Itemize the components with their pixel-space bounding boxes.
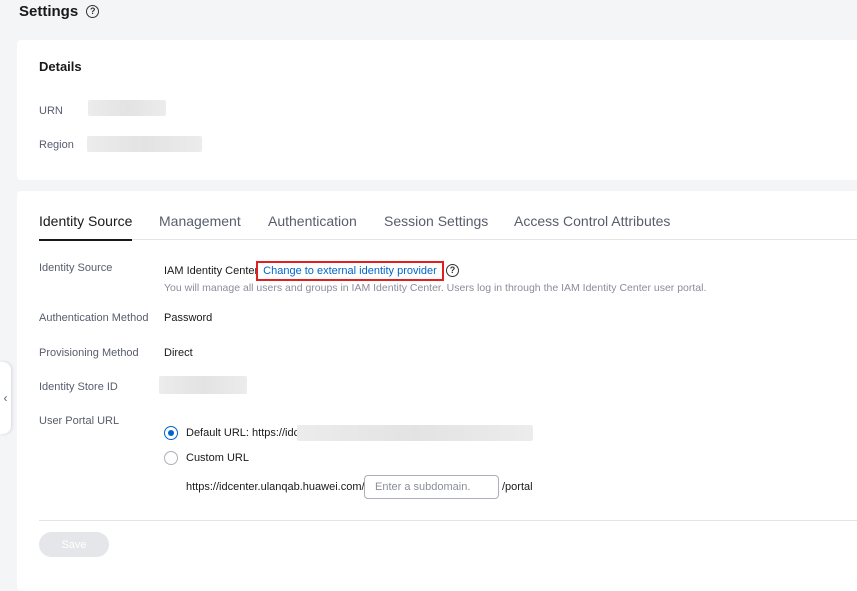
save-button[interactable]: Save: [39, 532, 109, 557]
form-divider: [39, 520, 857, 521]
identity-source-hint: You will manage all users and groups in …: [164, 282, 707, 294]
identity-store-id-label: Identity Store ID: [39, 381, 118, 393]
urn-value-redacted: [88, 100, 166, 116]
region-label: Region: [39, 139, 74, 151]
custom-url-prefix: https://idcenter.ulanqab.huawei.com/: [186, 481, 365, 493]
custom-url-label: Custom URL: [186, 452, 249, 464]
details-title: Details: [39, 59, 82, 74]
custom-url-radio[interactable]: [164, 451, 178, 465]
details-card: Details URN Region: [17, 40, 857, 180]
page-header: Settings ?: [19, 0, 100, 22]
user-portal-url-label: User Portal URL: [39, 415, 120, 427]
default-url-redacted: [297, 425, 533, 441]
identity-store-id-redacted: [159, 376, 247, 394]
help-icon[interactable]: ?: [86, 4, 100, 18]
provisioning-method-label: Provisioning Method: [39, 347, 139, 359]
auth-method-value: Password: [164, 312, 213, 324]
identity-source-label: Identity Source: [39, 262, 113, 274]
identity-source-value: IAM Identity Center: [164, 265, 259, 277]
identity-source-help-icon[interactable]: ?: [446, 264, 459, 277]
chevron-left-icon: ‹: [3, 391, 8, 405]
subdomain-input[interactable]: [364, 475, 499, 499]
default-url-label: Default URL: https://idc: [186, 427, 300, 439]
auth-method-label: Authentication Method: [39, 312, 149, 324]
default-url-radio[interactable]: [164, 426, 178, 440]
tab-authentication[interactable]: Authentication: [268, 213, 357, 240]
tab-identity-source[interactable]: Identity Source: [39, 213, 133, 241]
identity-settings-card: Identity Source Management Authenticatio…: [17, 191, 857, 591]
urn-label: URN: [39, 105, 63, 117]
tab-management[interactable]: Management: [159, 213, 241, 240]
provisioning-method-value: Direct: [164, 347, 193, 359]
change-identity-provider-link[interactable]: Change to external identity provider: [263, 265, 437, 277]
region-value-redacted: [87, 136, 202, 152]
tab-access-control-attributes[interactable]: Access Control Attributes: [514, 213, 670, 240]
tab-bar: Identity Source Management Authenticatio…: [39, 213, 857, 241]
tab-session-settings[interactable]: Session Settings: [384, 213, 488, 240]
sidebar-collapse-handle[interactable]: ‹: [0, 362, 11, 434]
page-title: Settings: [19, 2, 79, 20]
change-provider-highlight: Change to external identity provider: [256, 261, 444, 281]
custom-url-suffix: /portal: [502, 481, 533, 493]
